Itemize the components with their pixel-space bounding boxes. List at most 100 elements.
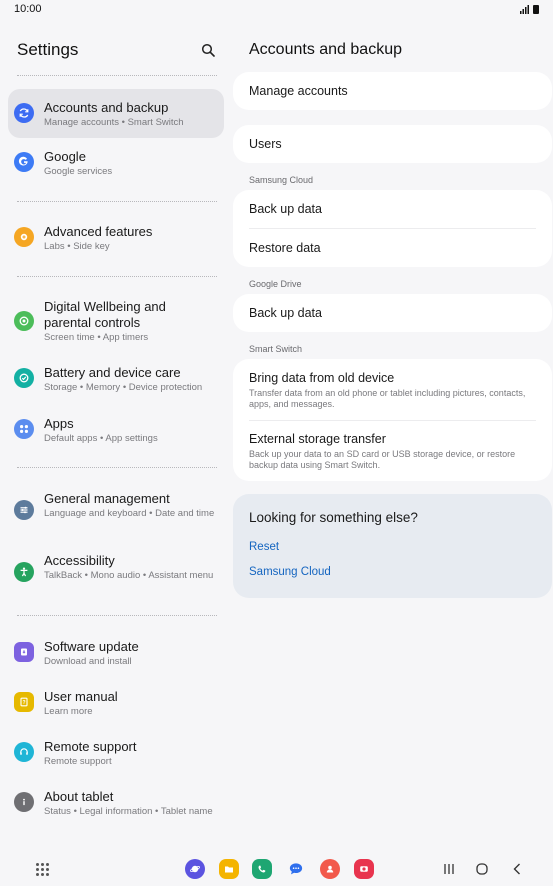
manage-accounts-card: Manage accounts xyxy=(233,72,552,110)
internet-app-icon[interactable] xyxy=(185,859,205,879)
divider xyxy=(17,201,217,202)
signal-icon xyxy=(520,4,529,14)
menu-label: Google xyxy=(44,149,86,164)
sidebar-item-accessibility[interactable]: Accessibility TalkBack • Mono audio • Ass… xyxy=(8,553,224,601)
menu-sub: Manage accounts • Smart Switch xyxy=(44,117,184,128)
sidebar-item-apps[interactable]: Apps Default apps • App settings xyxy=(8,416,224,456)
detail-title: Accounts and backup xyxy=(249,41,402,58)
samsung-cloud-card: Back up data Restore data xyxy=(233,190,552,267)
svg-text:?: ? xyxy=(22,700,25,706)
sync-icon xyxy=(14,103,34,123)
navigation-bar xyxy=(0,853,553,886)
home-icon xyxy=(476,863,488,875)
row-label: Manage accounts xyxy=(249,84,348,98)
device-care-icon xyxy=(14,368,34,388)
info-icon xyxy=(14,792,34,812)
status-bar: 10:00 xyxy=(0,0,553,18)
menu-label: Advanced features xyxy=(44,224,153,239)
users-row[interactable]: Users xyxy=(233,125,552,163)
google-drive-backup-row[interactable]: Back up data xyxy=(233,294,552,332)
settings-header: Settings xyxy=(17,40,217,60)
sidebar-item-about-tablet[interactable]: About tablet Status • Legal information •… xyxy=(8,789,224,837)
software-update-icon xyxy=(14,642,34,662)
back-button[interactable] xyxy=(509,861,525,877)
info-title: Looking for something else? xyxy=(249,510,418,525)
divider xyxy=(17,75,217,76)
sidebar-item-remote-support[interactable]: Remote support Remote support xyxy=(8,739,224,779)
menu-sub: Learn more xyxy=(44,706,93,717)
bring-data-row[interactable]: Bring data from old device Transfer data… xyxy=(233,359,552,420)
search-button[interactable] xyxy=(199,41,217,59)
samsung-cloud-link[interactable]: Samsung Cloud xyxy=(249,566,331,578)
sidebar-item-google[interactable]: Google Google services xyxy=(8,149,224,189)
row-description: Back up your data to an SD card or USB s… xyxy=(249,449,516,470)
sidebar-item-software-update[interactable]: Software update Download and install xyxy=(8,639,224,679)
recents-icon xyxy=(444,864,454,874)
menu-label: User manual xyxy=(44,689,118,704)
smart-switch-card: Bring data from old device Transfer data… xyxy=(233,359,552,481)
menu-sub: Google services xyxy=(44,166,113,177)
battery-icon xyxy=(533,4,539,14)
menu-label: Accessibility xyxy=(44,553,115,568)
messages-app-icon[interactable] xyxy=(286,859,306,879)
menu-sub: Status • Legal information • Tablet name xyxy=(44,806,213,817)
section-label-smart-switch: Smart Switch xyxy=(249,344,303,354)
apps-icon xyxy=(14,419,34,439)
menu-sub: Labs • Side key xyxy=(44,241,110,252)
menu-sub: Screen time • App timers xyxy=(44,332,149,343)
settings-menu-pane: Settings Accounts and backup Manage accou… xyxy=(0,18,232,853)
sidebar-item-battery-device-care[interactable]: Battery and device care Storage • Memory … xyxy=(8,365,224,405)
divider xyxy=(17,276,217,277)
users-card: Users xyxy=(233,125,552,163)
accessibility-icon xyxy=(14,562,34,582)
status-icons xyxy=(520,4,539,14)
menu-label: Accounts and backup xyxy=(44,100,169,115)
menu-sub: Default apps • App settings xyxy=(44,433,158,444)
row-label: Back up data xyxy=(249,306,322,320)
menu-label: Apps xyxy=(44,416,74,431)
recent-apps-button[interactable] xyxy=(441,861,457,877)
sliders-icon xyxy=(14,500,34,520)
contacts-app-icon[interactable] xyxy=(320,859,340,879)
sidebar-item-advanced-features[interactable]: Advanced features Labs • Side key xyxy=(8,224,224,264)
menu-label: Software update xyxy=(44,639,139,654)
reset-link[interactable]: Reset xyxy=(249,541,279,553)
page-title: Settings xyxy=(17,40,79,59)
manage-accounts-row[interactable]: Manage accounts xyxy=(233,72,552,110)
my-files-app-icon[interactable] xyxy=(219,859,239,879)
samsung-cloud-restore-row[interactable]: Restore data xyxy=(233,229,552,267)
external-storage-transfer-row[interactable]: External storage transfer Back up your d… xyxy=(233,421,552,481)
section-label-google-drive: Google Drive xyxy=(249,279,302,289)
camera-app-icon[interactable] xyxy=(354,859,374,879)
menu-sub: Storage • Memory • Device protection xyxy=(44,382,203,393)
sidebar-item-general-management[interactable]: General management Language and keyboard … xyxy=(8,491,224,539)
row-label: Users xyxy=(249,137,282,151)
sidebar-item-accounts-backup[interactable]: Accounts and backup Manage accounts • Sma… xyxy=(8,89,224,138)
home-button[interactable] xyxy=(474,861,490,877)
row-label: Restore data xyxy=(249,241,321,255)
looking-for-something-else-card: Looking for something else? Reset Samsun… xyxy=(233,494,552,598)
row-label: External storage transfer xyxy=(249,432,386,446)
back-icon xyxy=(513,863,520,875)
menu-label: General management xyxy=(44,491,170,506)
section-label-samsung-cloud: Samsung Cloud xyxy=(249,175,314,185)
samsung-cloud-backup-row[interactable]: Back up data xyxy=(233,190,552,228)
apps-drawer-icon[interactable] xyxy=(36,863,49,876)
divider xyxy=(17,615,217,616)
divider xyxy=(17,467,217,468)
menu-label: About tablet xyxy=(44,789,114,804)
gear-plus-icon xyxy=(14,227,34,247)
sidebar-item-digital-wellbeing[interactable]: Digital Wellbeing and parental controls S… xyxy=(8,299,224,355)
phone-app-icon[interactable] xyxy=(252,859,272,879)
search-icon xyxy=(201,43,215,57)
google-drive-card: Back up data xyxy=(233,294,552,332)
manual-icon: ? xyxy=(14,692,34,712)
wellbeing-icon xyxy=(14,311,34,331)
sidebar-item-user-manual[interactable]: ? User manual Learn more xyxy=(8,689,224,729)
row-label: Bring data from old device xyxy=(249,370,395,385)
menu-sub: Download and install xyxy=(44,656,132,667)
status-time: 10:00 xyxy=(14,3,42,15)
menu-label: Digital Wellbeing and parental controls xyxy=(44,299,166,330)
menu-sub: Language and keyboard • Date and time xyxy=(44,508,215,519)
menu-sub: Remote support xyxy=(44,756,112,767)
